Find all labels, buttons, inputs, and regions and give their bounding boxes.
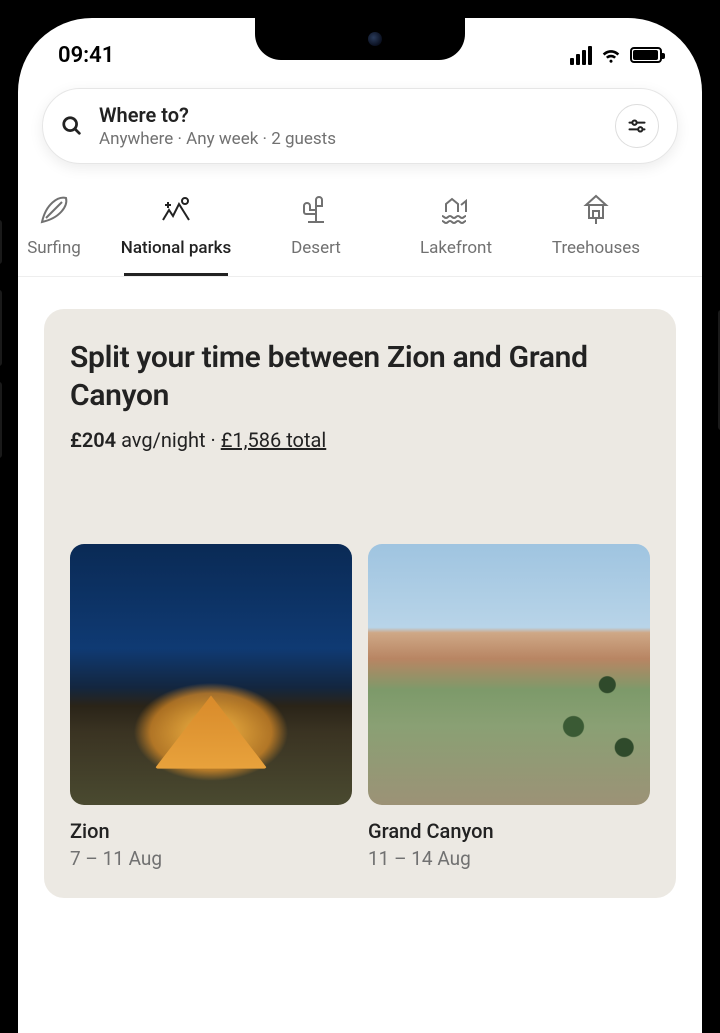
wifi-icon — [600, 46, 622, 64]
lakefront-icon — [438, 192, 474, 228]
stay-image — [368, 544, 650, 805]
category-tabs[interactable]: Surfing National parks Desert Lakefront … — [18, 178, 702, 277]
category-label: Treehouses — [552, 238, 640, 258]
avg-suffix: avg/night — [121, 428, 205, 452]
price-line: £204 avg/night · £1,586 total — [70, 428, 650, 452]
avg-price: £204 — [70, 428, 116, 452]
stay-dates: 7 – 11 Aug — [70, 847, 352, 870]
stay-image — [70, 544, 352, 805]
stay-name: Zion — [70, 819, 352, 843]
category-treehouses[interactable]: Treehouses — [530, 184, 662, 276]
status-time: 09:41 — [58, 43, 114, 68]
search-bar[interactable]: Where to? Anywhere · Any week · 2 guests — [42, 88, 678, 164]
category-label: Surfing — [27, 238, 81, 258]
search-icon — [61, 115, 83, 137]
search-title: Where to? — [99, 103, 599, 127]
stay-zion[interactable]: Zion 7 – 11 Aug — [70, 544, 352, 870]
surfboard-icon — [36, 192, 72, 228]
search-subtitle: Anywhere · Any week · 2 guests — [99, 129, 599, 149]
cellular-icon — [570, 46, 592, 65]
split-stays-card[interactable]: Split your time between Zion and Grand C… — [44, 309, 676, 898]
category-desert[interactable]: Desert — [250, 184, 382, 276]
battery-icon — [630, 47, 662, 63]
category-label: Desert — [291, 238, 341, 258]
total-price[interactable]: £1,586 total — [221, 428, 327, 452]
status-indicators — [570, 46, 662, 65]
national-parks-icon — [158, 192, 194, 228]
cactus-icon — [298, 192, 334, 228]
category-label: Lakefront — [420, 238, 492, 258]
filters-button[interactable] — [615, 104, 659, 148]
card-title: Split your time between Zion and Grand C… — [70, 339, 650, 414]
category-label: National parks — [121, 238, 231, 258]
category-surfing[interactable]: Surfing — [18, 184, 102, 276]
treehouse-icon — [578, 192, 614, 228]
category-lakefront[interactable]: Lakefront — [390, 184, 522, 276]
stay-dates: 11 – 14 Aug — [368, 847, 650, 870]
category-national-parks[interactable]: National parks — [110, 184, 242, 276]
sliders-icon — [627, 116, 647, 136]
stay-grand-canyon[interactable]: Grand Canyon 11 – 14 Aug — [368, 544, 650, 870]
